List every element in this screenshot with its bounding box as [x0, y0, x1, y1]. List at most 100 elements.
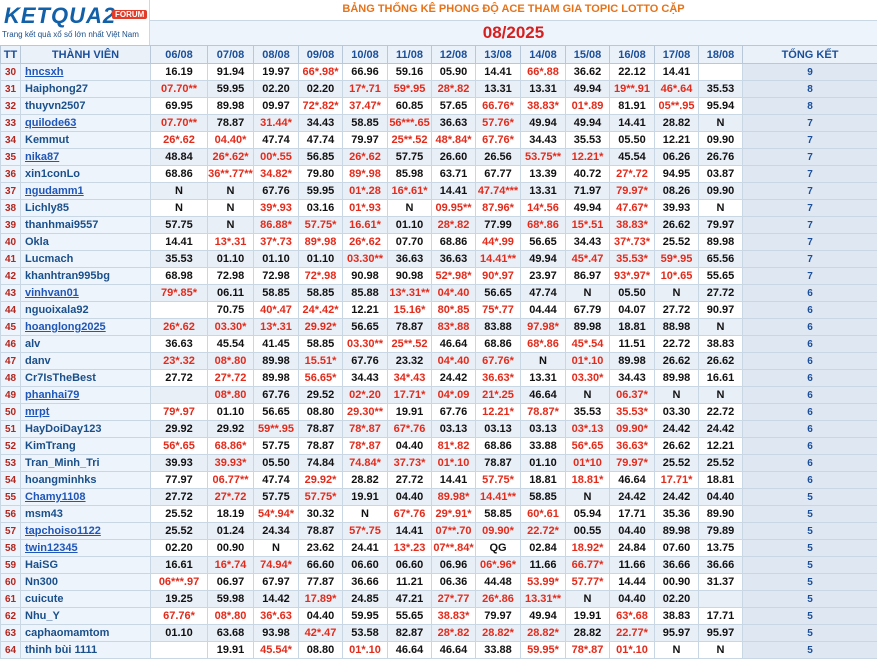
member-name[interactable]: vinhvan01	[20, 284, 151, 302]
day-cell: 63*.68	[609, 607, 655, 625]
day-cell: 21*.25	[475, 386, 521, 404]
member-name: thuyvn2507	[20, 97, 151, 115]
day-cell: 24.42	[654, 488, 699, 506]
day-cell: 04.40	[698, 488, 743, 506]
day-cell: 05.50	[253, 454, 299, 472]
day-cell: 42*.47	[298, 624, 343, 642]
total-score: 6	[742, 420, 877, 438]
row-number: 58	[0, 539, 21, 557]
row-number: 45	[0, 318, 21, 336]
day-cell: 75*.77	[475, 301, 521, 319]
day-cell: 39.93	[654, 199, 699, 217]
total-score: 5	[742, 590, 877, 608]
day-cell: 48*.84*	[431, 131, 476, 149]
day-cell: 70.75	[207, 301, 254, 319]
day-cell: 04.40*	[207, 131, 254, 149]
total-score: 6	[742, 454, 877, 472]
day-cell: 77.87	[298, 573, 343, 591]
member-name: Lichly85	[20, 199, 151, 217]
day-cell: 59.98	[207, 590, 254, 608]
day-cell: 56.65	[342, 318, 388, 336]
day-cell: 13*.23	[387, 539, 432, 557]
member-name[interactable]: tapchoiso1122	[20, 522, 151, 540]
table-row: 43 vinhvan01 79*.85* 06.11 58.85 58.85 85.88 13…	[0, 284, 877, 302]
member-name[interactable]: ngudamm1	[20, 182, 151, 200]
day-cell: 52*.98*	[431, 267, 476, 285]
total-score: 7	[742, 114, 877, 132]
day-cell: 89.98*	[431, 488, 476, 506]
member-name[interactable]: mrpt	[20, 403, 151, 421]
day-cell: 28.82	[565, 624, 610, 642]
day-cell: 13.31	[520, 80, 566, 98]
member-name: Lucmach	[20, 250, 151, 268]
day-cell: 68*.86	[520, 216, 566, 234]
day-cell: 24.84	[609, 539, 655, 557]
day-cell: 18.81	[520, 471, 566, 489]
day-cell: 07**.70	[431, 522, 476, 540]
row-number: 59	[0, 556, 21, 574]
day-cell: 79.89	[698, 522, 743, 540]
day-cell: 88.98	[654, 318, 699, 336]
total-score: 7	[742, 216, 877, 234]
day-cell: 79.80	[298, 165, 343, 183]
day-cell: 14.41	[431, 471, 476, 489]
day-cell: 83.88	[475, 318, 521, 336]
member-name[interactable]: quilode63	[20, 114, 151, 132]
day-cell: 22.72	[654, 335, 699, 353]
member-name[interactable]: phanhai79	[20, 386, 151, 404]
day-cell: 04.07	[609, 301, 655, 319]
day-cell: 14.41	[431, 182, 476, 200]
day-cell: QG	[475, 539, 521, 557]
table-row: 54 hoangminhks 77.97 06.77** 47.74 29.92* 28.8…	[0, 471, 877, 489]
header-row: TT THÀNH VIÊN 06/08 07/08 08/08 09/08 10/08 11/…	[0, 45, 877, 64]
day-cell: 25.52	[150, 505, 208, 523]
member-name: xin1conLo	[20, 165, 151, 183]
day-cell: 04*.40	[431, 352, 476, 370]
day-cell: 01.10	[253, 250, 299, 268]
row-number: 33	[0, 114, 21, 132]
day-cell: 40.72	[565, 165, 610, 183]
day-cell: 57*.75	[342, 522, 388, 540]
day-cell: 29.92*	[298, 471, 343, 489]
day-cell: 67.76*	[475, 352, 521, 370]
day-cell: 02.20	[150, 539, 208, 557]
day-cell: 47.74***	[475, 182, 521, 200]
day-cell: 01.10	[207, 403, 254, 421]
day-cell: 19.91	[387, 403, 432, 421]
day-cell: N	[565, 284, 610, 302]
day-cell: 15*.51	[565, 216, 610, 234]
day-cell: 26*.62	[150, 131, 208, 149]
total-score: 6	[742, 284, 877, 302]
column-header: TT	[0, 45, 21, 64]
day-cell: 27*.72	[207, 369, 254, 387]
member-name[interactable]: nika87	[20, 148, 151, 166]
day-cell: 36.63*	[609, 437, 655, 455]
day-cell: 68.86	[431, 233, 476, 251]
day-cell: 19.91	[207, 641, 254, 659]
day-cell: N	[654, 284, 699, 302]
member-name[interactable]: Chamy1108	[20, 488, 151, 506]
day-cell: 13.31**	[520, 590, 566, 608]
total-score: 5	[742, 539, 877, 557]
day-cell: 11.66	[520, 556, 566, 574]
member-name[interactable]: hoanglong2025	[20, 318, 151, 336]
member-name[interactable]: twin12345	[20, 539, 151, 557]
day-cell: 91.94	[207, 63, 254, 81]
row-number: 48	[0, 369, 21, 387]
day-cell: 95.97	[698, 624, 743, 642]
day-cell: 55.65	[698, 267, 743, 285]
day-cell: 78.87	[207, 114, 254, 132]
site-logo[interactable]: KETQUA2 FORUM Trang kết quả xổ số lớn nh…	[0, 0, 150, 45]
day-cell: 03.13	[431, 420, 476, 438]
day-cell: 22.72*	[520, 522, 566, 540]
day-cell: 16.61*	[342, 216, 388, 234]
day-cell: 59.95	[342, 607, 388, 625]
day-cell: N	[150, 199, 208, 217]
table-row: 64 thinh bùi 1111 19.91 45.54* 08.80 01*.10 46…	[0, 641, 877, 659]
day-cell: 26*.62	[342, 233, 388, 251]
day-cell: 58.85	[298, 335, 343, 353]
day-cell: 65.56	[698, 250, 743, 268]
member-name[interactable]: hncsxh	[20, 63, 151, 81]
day-cell: 63.68	[207, 624, 254, 642]
day-cell: 37.47*	[342, 97, 388, 115]
